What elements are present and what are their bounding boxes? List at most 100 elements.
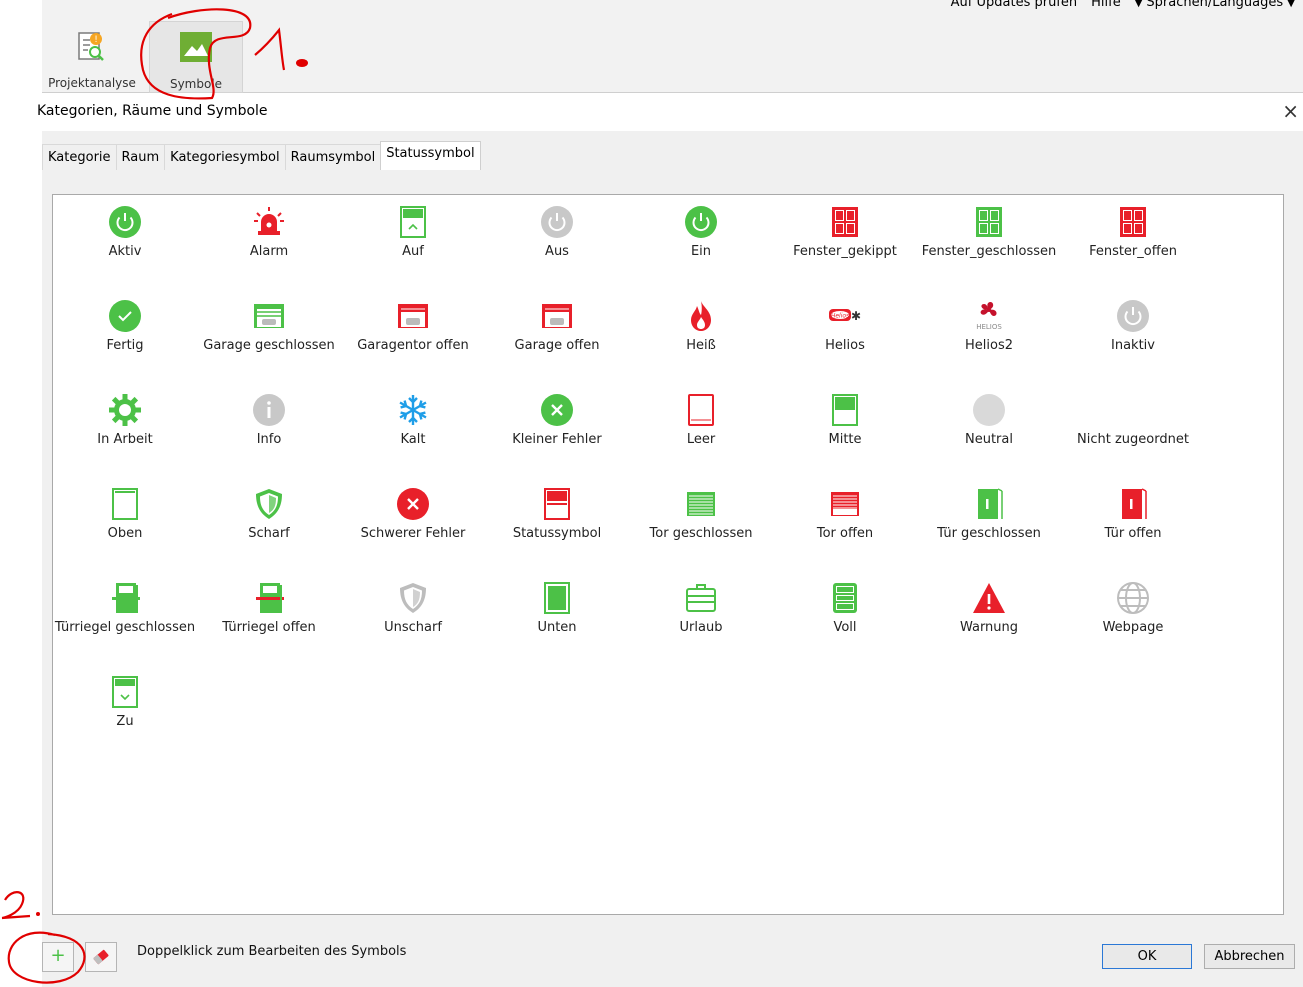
box-empty-red-icon xyxy=(684,393,718,427)
symbol-item[interactable]: Leer xyxy=(629,385,773,475)
info-grey-icon-graphic xyxy=(253,394,285,426)
symbol-item[interactable]: Zu xyxy=(53,667,197,757)
tab-kategoriesymbol[interactable]: Kategoriesymbol xyxy=(164,144,286,170)
symbol-label: Tür offen xyxy=(1104,526,1162,541)
blind-full-green-icon xyxy=(828,581,862,615)
erase-symbol-button[interactable] xyxy=(85,942,117,972)
symbol-item[interactable]: Unten xyxy=(485,573,629,663)
symbol-label: Mitte xyxy=(828,432,862,447)
symbol-item[interactable]: Webpage xyxy=(1061,573,1205,663)
symbol-label: Zu xyxy=(116,714,134,729)
symbol-item[interactable]: Garage offen xyxy=(485,291,629,381)
tab-raum[interactable]: Raum xyxy=(115,144,166,170)
symbol-label: Leer xyxy=(686,432,716,447)
symbol-item[interactable]: Türriegel offen xyxy=(197,573,341,663)
svg-text:HELIOS: HELIOS xyxy=(976,323,1002,331)
alarm-red-icon xyxy=(252,205,286,239)
symbol-label: Tor offen xyxy=(816,526,874,541)
garage-open-red-icon-graphic xyxy=(542,304,572,328)
symbol-item[interactable]: In Arbeit xyxy=(53,385,197,475)
symbol-item[interactable]: Info xyxy=(197,385,341,475)
symbol-item[interactable]: Mitte xyxy=(773,385,917,475)
window-red-icon-graphic xyxy=(832,207,858,237)
symbol-item[interactable]: HELIOS Helios2 xyxy=(917,291,1061,381)
symbol-item[interactable]: Oben xyxy=(53,479,197,569)
symbol-label: Warnung xyxy=(959,620,1019,635)
symbol-item[interactable]: Tür offen xyxy=(1061,479,1205,569)
symbol-item[interactable]: Türriegel geschlossen xyxy=(53,573,197,663)
box-empty-green-icon xyxy=(108,487,142,521)
check-green-icon-graphic xyxy=(109,300,141,332)
symbol-item[interactable]: Neutral xyxy=(917,385,1061,475)
symbol-item[interactable]: Inaktiv xyxy=(1061,291,1205,381)
tab-raumsymbol[interactable]: Raumsymbol xyxy=(284,144,382,170)
symbol-item[interactable]: Aktiv xyxy=(53,197,197,287)
symbol-item[interactable]: Alarm xyxy=(197,197,341,287)
languages-menu[interactable]: ▼ Sprachen/Languages ▼ xyxy=(1135,0,1299,10)
symbol-item[interactable]: Statussymbol xyxy=(485,479,629,569)
cancel-button[interactable]: Abbrechen xyxy=(1204,944,1295,969)
symbol-label: Urlaub xyxy=(679,620,723,635)
power-green-icon xyxy=(108,205,142,239)
symbol-item[interactable]: Voll xyxy=(773,573,917,663)
symbol-item[interactable]: Warnung xyxy=(917,573,1061,663)
symbol-item[interactable]: Helios ✱ Helios xyxy=(773,291,917,381)
symbol-item[interactable]: Urlaub xyxy=(629,573,773,663)
symbol-item[interactable]: Fenster_geschlossen xyxy=(917,197,1061,287)
symbol-item[interactable]: Tür geschlossen xyxy=(917,479,1061,569)
symbol-item[interactable]: Garage geschlossen xyxy=(197,291,341,381)
symbol-item[interactable]: Kalt xyxy=(341,385,485,475)
help-menu[interactable]: Hilfe xyxy=(1091,0,1121,10)
dropdown-caret-icon: ▼ xyxy=(1287,0,1295,9)
check-updates-link[interactable]: Auf Updates prüfen xyxy=(951,0,1077,10)
window-green-icon xyxy=(972,205,1006,239)
symbol-panel[interactable]: Aktiv Alarm Auf Aus Ein Fenster_gekippt Fenste… xyxy=(52,194,1284,915)
languages-menu-label: Sprachen/Languages xyxy=(1146,0,1284,10)
symbol-label: Fenster_geschlossen xyxy=(921,244,1057,259)
symbol-item[interactable]: Fenster_gekippt xyxy=(773,197,917,287)
symbol-item[interactable]: Auf xyxy=(341,197,485,287)
door-red-icon-graphic xyxy=(1122,488,1147,519)
symbol-label: Info xyxy=(256,432,282,447)
symbol-item[interactable]: Ein xyxy=(629,197,773,287)
annotation-dot-2 xyxy=(36,912,40,916)
gate-open-red-icon-graphic xyxy=(831,492,859,516)
symbol-item[interactable]: Kleiner Fehler xyxy=(485,385,629,475)
symbol-item[interactable]: Fertig xyxy=(53,291,197,381)
symbol-label: Webpage xyxy=(1102,620,1164,635)
blind-up-green-icon-graphic xyxy=(400,206,426,238)
symbol-item[interactable]: Heiß xyxy=(629,291,773,381)
symbol-label: In Arbeit xyxy=(97,432,153,447)
symbol-item[interactable]: Fenster_offen xyxy=(1061,197,1205,287)
doorbolt-green-icon-graphic xyxy=(112,583,140,613)
symbol-label: Garagentor offen xyxy=(357,338,469,353)
ok-button[interactable]: OK xyxy=(1102,944,1192,969)
symbol-item[interactable]: Scharf xyxy=(197,479,341,569)
symbol-item[interactable]: Unscharf xyxy=(341,573,485,663)
tab-statussymbol[interactable]: Statussymbol xyxy=(380,141,481,170)
symbols-button[interactable]: Symbole xyxy=(149,21,243,93)
symbol-item[interactable]: Tor offen xyxy=(773,479,917,569)
helios-logo-icon-graphic: Helios ✱ xyxy=(829,309,861,323)
gate-open-red-icon xyxy=(828,487,862,521)
hint-text: Doppelklick zum Bearbeiten des Symbols xyxy=(137,944,407,959)
add-symbol-button[interactable]: + xyxy=(42,942,74,972)
symbol-item[interactable]: Aus xyxy=(485,197,629,287)
symbol-label: Tor geschlossen xyxy=(649,526,753,541)
symbol-item[interactable]: Schwerer Fehler xyxy=(341,479,485,569)
info-grey-icon xyxy=(252,393,286,427)
gear-green-icon xyxy=(108,393,142,427)
symbol-label: Statussymbol xyxy=(512,526,602,541)
tab-kategorie[interactable]: Kategorie xyxy=(42,144,117,170)
symbol-item[interactable]: Nicht zugeordnet xyxy=(1061,385,1205,475)
symbol-label: Oben xyxy=(107,526,143,541)
gear-green-icon-graphic xyxy=(109,394,141,426)
blind-half-green-icon xyxy=(828,393,862,427)
circle-grey-icon-graphic xyxy=(973,394,1005,426)
symbol-item[interactable]: Garagentor offen xyxy=(341,291,485,381)
close-icon[interactable]: × xyxy=(1282,99,1299,123)
project-analysis-button[interactable]: ! Projektanalyse xyxy=(42,21,142,91)
symbol-label: Fenster_offen xyxy=(1089,244,1177,259)
symbol-item[interactable]: Tor geschlossen xyxy=(629,479,773,569)
power-grey-icon-graphic xyxy=(1117,300,1149,332)
